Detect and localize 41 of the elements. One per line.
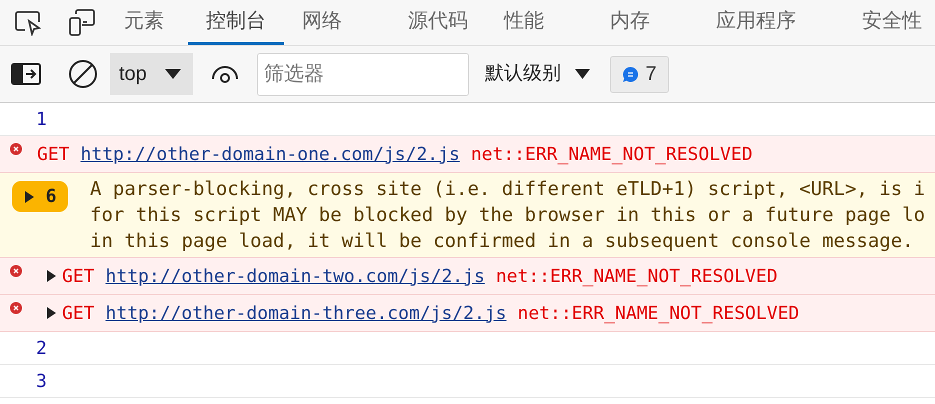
- expand-triangle-icon[interactable]: [24, 190, 34, 202]
- error-icon: [10, 265, 22, 277]
- error-message: net::ERR_NAME_NOT_RESOLVED: [470, 142, 753, 166]
- inspect-icon[interactable]: [14, 10, 42, 36]
- http-method: GET: [62, 264, 95, 288]
- log-value: 3: [36, 370, 47, 394]
- log-value: 2: [36, 336, 47, 360]
- panel-tab[interactable]: 性能: [486, 0, 562, 45]
- log-level-dropdown[interactable]: 默认级别: [485, 60, 590, 88]
- device-icon[interactable]: [68, 8, 96, 36]
- filter-field[interactable]: 筛选器: [257, 52, 469, 96]
- error-icon: [10, 302, 22, 314]
- panel-tab[interactable]: 安全性: [814, 0, 935, 45]
- error-icon: [10, 143, 22, 155]
- warning-text-line: A parser-blocking, cross site (i.e. different eTLD+1) script, <URL>, is i: [90, 177, 926, 202]
- url-link[interactable]: http://other-domain-one.com/js/2.js: [80, 140, 460, 168]
- panel-tab[interactable]: 元素: [100, 0, 188, 45]
- message-count-button[interactable]: 7: [610, 56, 669, 92]
- repeat-count-badge[interactable]: 6: [12, 181, 68, 212]
- panel-tab[interactable]: 内存: [562, 0, 668, 45]
- expand-triangle-icon[interactable]: [46, 307, 56, 319]
- log-value: 1: [36, 108, 47, 132]
- panel-tab[interactable]: 源代码: [360, 0, 486, 45]
- error-message: net::ERR_NAME_NOT_RESOLVED: [496, 264, 778, 288]
- warning-text-line: in this page load, it will be confirmed in a subsequent console message.: [90, 229, 915, 254]
- url-link[interactable]: http://other-domain-three.com/js/2.js: [106, 300, 506, 326]
- expand-triangle-icon[interactable]: [46, 270, 56, 282]
- url-link[interactable]: http://other-domain-two.com/js/2.js: [106, 262, 485, 290]
- caret-icon: [164, 69, 181, 79]
- message-icon: [622, 66, 640, 82]
- sidebar-toggle-icon[interactable]: [11, 63, 41, 85]
- caret-icon: [575, 69, 590, 79]
- panel-tab[interactable]: 网络: [284, 0, 360, 45]
- eye-icon[interactable]: [211, 64, 239, 84]
- warning-text-line: for this script MAY be blocked by the browser in this or a future page lo: [90, 203, 926, 228]
- panel-tab[interactable]: 应用程序: [668, 0, 814, 45]
- clear-console-icon[interactable]: [68, 59, 98, 89]
- http-method: GET: [37, 142, 70, 166]
- http-method: GET: [62, 302, 95, 326]
- error-message: net::ERR_NAME_NOT_RESOLVED: [517, 302, 800, 326]
- context-dropdown[interactable]: top: [110, 53, 193, 95]
